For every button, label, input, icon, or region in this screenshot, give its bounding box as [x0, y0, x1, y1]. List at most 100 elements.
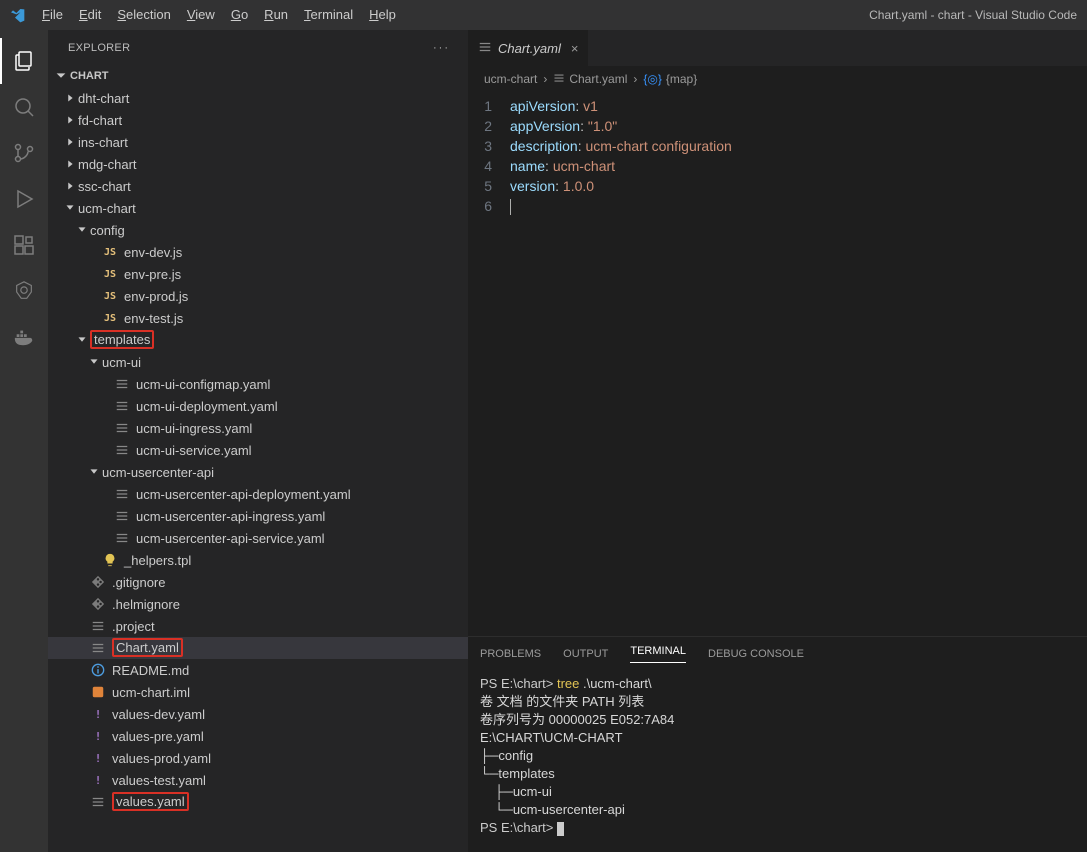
- panel-tab[interactable]: OUTPUT: [563, 648, 608, 660]
- chevron-icon: [74, 222, 90, 238]
- tree-folder[interactable]: mdg-chart: [48, 153, 468, 175]
- file-icon: JS: [102, 266, 118, 282]
- panel-tab[interactable]: PROBLEMS: [480, 648, 541, 660]
- code-line[interactable]: version: 1.0.0: [510, 176, 594, 196]
- terminal[interactable]: PS E:\chart> tree .\ucm-chart\卷 文档 的文件夹 …: [468, 671, 1087, 852]
- tree-folder[interactable]: ucm-ui: [48, 351, 468, 373]
- tree-file[interactable]: .helmignore: [48, 593, 468, 615]
- tree-folder[interactable]: ins-chart: [48, 131, 468, 153]
- chevron-icon: [86, 288, 102, 304]
- chevron-icon: [86, 266, 102, 282]
- chevron-icon: [74, 618, 90, 634]
- file-icon: [90, 684, 106, 700]
- code-line[interactable]: name: ucm-chart: [510, 156, 615, 176]
- tree-file[interactable]: !values-prod.yaml: [48, 747, 468, 769]
- tree-file[interactable]: ucm-ui-service.yaml: [48, 439, 468, 461]
- panel-tab[interactable]: DEBUG CONSOLE: [708, 648, 804, 660]
- tree-file[interactable]: ucm-ui-ingress.yaml: [48, 417, 468, 439]
- section-title: CHART: [70, 70, 109, 82]
- menu-item[interactable]: File: [34, 0, 71, 30]
- docker-icon[interactable]: [0, 314, 48, 360]
- breadcrumb-item[interactable]: {map}: [666, 72, 697, 86]
- chevron-icon: [74, 794, 90, 810]
- tree-folder[interactable]: dht-chart: [48, 87, 468, 109]
- tree-label: ucm-ui: [102, 355, 141, 370]
- explorer-icon[interactable]: [0, 38, 48, 84]
- kubernetes-icon[interactable]: [0, 268, 48, 314]
- chevron-icon: [62, 90, 78, 106]
- tree-file[interactable]: !values-test.yaml: [48, 769, 468, 791]
- code-line[interactable]: appVersion: "1.0": [510, 116, 617, 136]
- tree-folder[interactable]: ucm-usercenter-api: [48, 461, 468, 483]
- tree-file[interactable]: README.md: [48, 659, 468, 681]
- file-icon: !: [90, 772, 106, 788]
- tree-file[interactable]: JSenv-dev.js: [48, 241, 468, 263]
- menu-bar: FileEditSelectionViewGoRunTerminalHelp: [34, 0, 404, 30]
- breadcrumb[interactable]: ucm-chart › Chart.yaml › {◎} {map}: [468, 66, 1087, 92]
- menu-item[interactable]: Terminal: [296, 0, 361, 30]
- tree-file[interactable]: .project: [48, 615, 468, 637]
- tree-folder[interactable]: fd-chart: [48, 109, 468, 131]
- tree-file[interactable]: ucm-usercenter-api-service.yaml: [48, 527, 468, 549]
- file-icon: [90, 618, 106, 634]
- run-debug-icon[interactable]: [0, 176, 48, 222]
- tree-label: ins-chart: [78, 135, 128, 150]
- section-header[interactable]: CHART: [48, 65, 468, 87]
- code-line[interactable]: apiVersion: v1: [510, 96, 598, 116]
- tree-file[interactable]: JSenv-pre.js: [48, 263, 468, 285]
- tree-label: .project: [112, 619, 155, 634]
- tree-file[interactable]: _helpers.tpl: [48, 549, 468, 571]
- tree-file[interactable]: ucm-usercenter-api-ingress.yaml: [48, 505, 468, 527]
- tree-label: ssc-chart: [78, 179, 131, 194]
- menu-item[interactable]: Go: [223, 0, 256, 30]
- chevron-icon: [98, 376, 114, 392]
- tree-file[interactable]: ucm-ui-deployment.yaml: [48, 395, 468, 417]
- file-icon: [114, 420, 130, 436]
- panel-tab[interactable]: TERMINAL: [630, 645, 686, 663]
- tree-file[interactable]: JSenv-prod.js: [48, 285, 468, 307]
- tree-folder[interactable]: templates: [48, 329, 468, 351]
- chevron-icon: [98, 398, 114, 414]
- chevron-right-icon: ›: [543, 72, 547, 86]
- tree-file[interactable]: .gitignore: [48, 571, 468, 593]
- chevron-icon: [98, 442, 114, 458]
- close-icon[interactable]: ×: [571, 41, 579, 56]
- tree-file[interactable]: JSenv-test.js: [48, 307, 468, 329]
- tree-folder[interactable]: ucm-chart: [48, 197, 468, 219]
- chevron-icon: [74, 640, 90, 656]
- chevron-icon: [74, 574, 90, 590]
- extensions-icon[interactable]: [0, 222, 48, 268]
- tree-label: templates: [90, 331, 154, 349]
- menu-item[interactable]: Selection: [109, 0, 178, 30]
- breadcrumb-item[interactable]: Chart.yaml: [569, 72, 627, 86]
- code-editor[interactable]: 1apiVersion: v12appVersion: "1.0"3descri…: [468, 92, 1087, 216]
- tree-label: _helpers.tpl: [124, 553, 191, 568]
- tab-chart-yaml[interactable]: Chart.yaml ×: [468, 30, 589, 66]
- tree-file[interactable]: !values-dev.yaml: [48, 703, 468, 725]
- file-icon: [102, 552, 118, 568]
- chevron-icon: [86, 310, 102, 326]
- menu-item[interactable]: Edit: [71, 0, 109, 30]
- tree-file[interactable]: ucm-ui-configmap.yaml: [48, 373, 468, 395]
- tree-file[interactable]: ucm-usercenter-api-deployment.yaml: [48, 483, 468, 505]
- search-icon[interactable]: [0, 84, 48, 130]
- chevron-icon: [62, 200, 78, 216]
- tree-file[interactable]: ucm-chart.iml: [48, 681, 468, 703]
- line-number: 1: [468, 96, 510, 116]
- tree-file[interactable]: !values-pre.yaml: [48, 725, 468, 747]
- tree-folder[interactable]: ssc-chart: [48, 175, 468, 197]
- menu-item[interactable]: Help: [361, 0, 404, 30]
- tree-file[interactable]: Chart.yaml: [48, 637, 468, 659]
- tree-file[interactable]: values.yaml: [48, 791, 468, 813]
- code-line[interactable]: [510, 196, 511, 216]
- code-line[interactable]: description: ucm-chart configuration: [510, 136, 732, 156]
- tree-label: values-prod.yaml: [112, 751, 211, 766]
- menu-item[interactable]: View: [179, 0, 223, 30]
- chevron-icon: [74, 728, 90, 744]
- breadcrumb-item[interactable]: ucm-chart: [484, 72, 537, 86]
- menu-item[interactable]: Run: [256, 0, 296, 30]
- tree-folder[interactable]: config: [48, 219, 468, 241]
- more-actions-icon[interactable]: ···: [433, 42, 450, 54]
- tree-label: ucm-usercenter-api-ingress.yaml: [136, 509, 325, 524]
- source-control-icon[interactable]: [0, 130, 48, 176]
